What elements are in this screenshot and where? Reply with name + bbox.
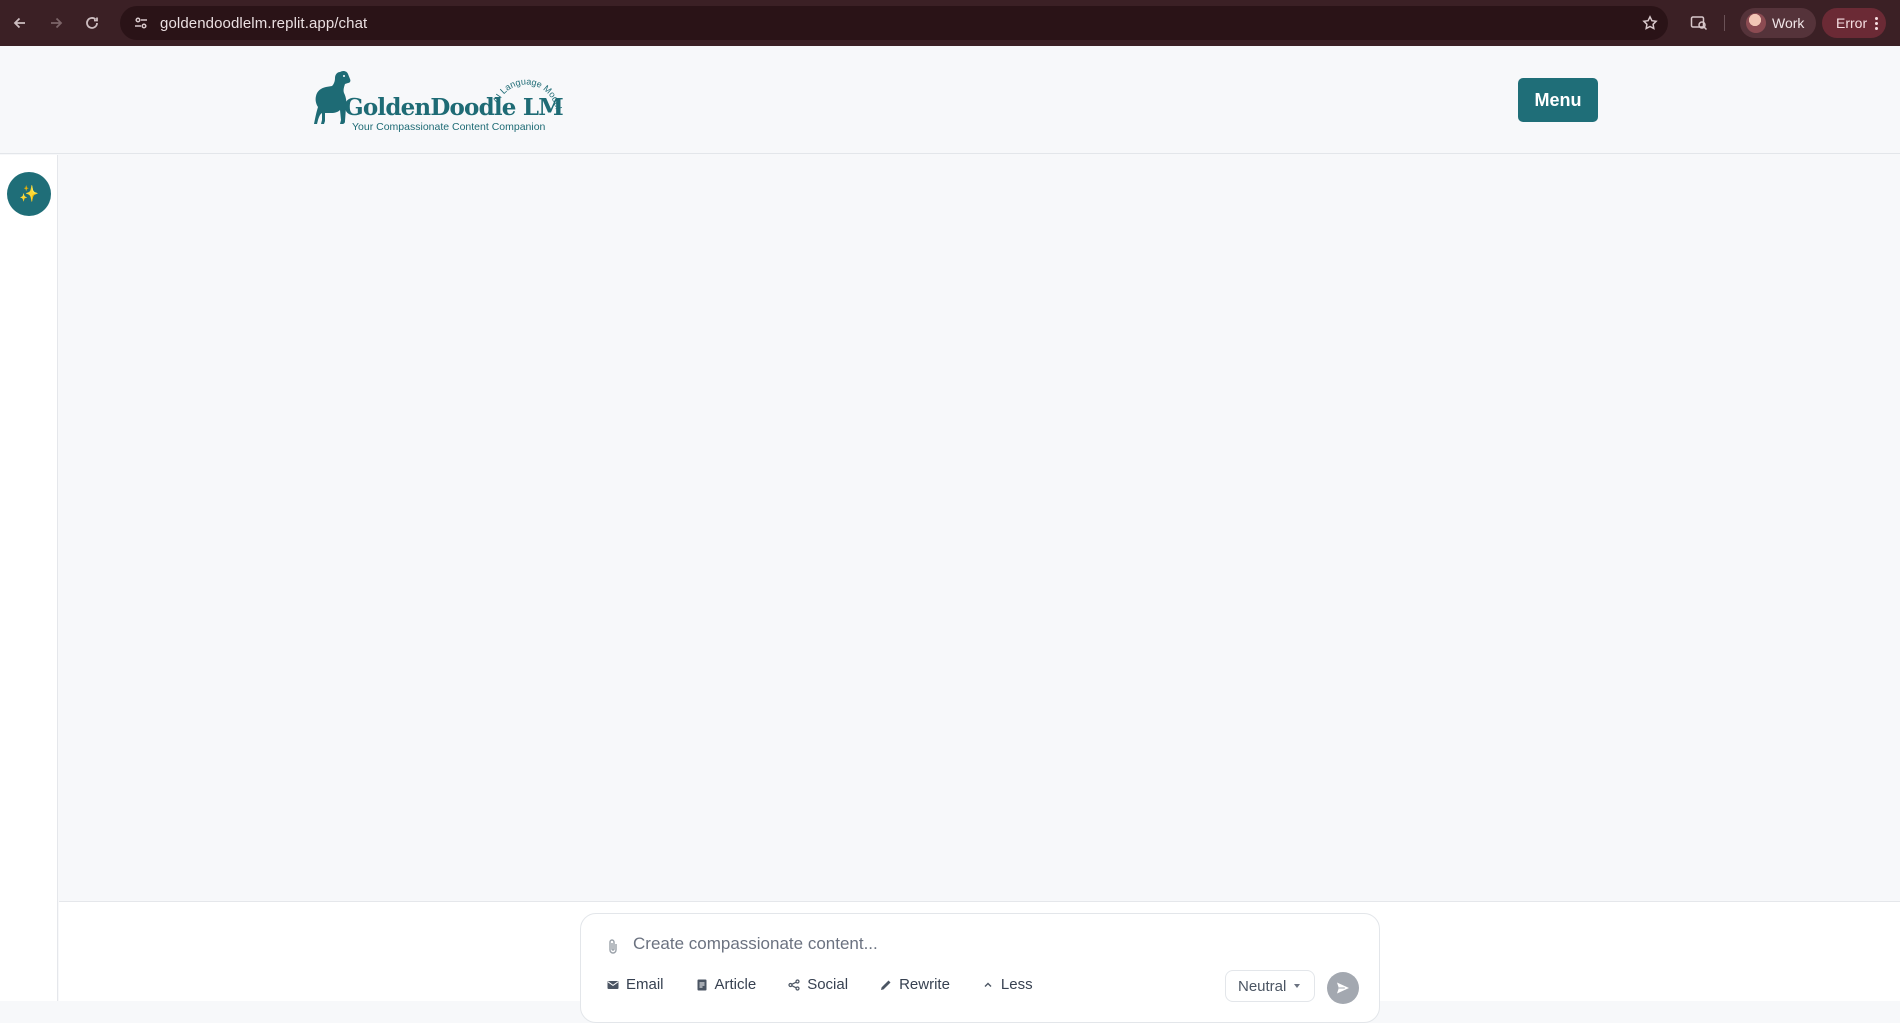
action-label: Email bbox=[626, 976, 664, 993]
email-action-button[interactable]: Email bbox=[607, 976, 664, 993]
app-header: GoldenDoodle LM Your Compassionate Conte… bbox=[0, 46, 1900, 154]
more-vert-icon bbox=[1875, 16, 1879, 30]
chevron-up-icon bbox=[984, 982, 992, 987]
social-action-button[interactable]: Social bbox=[788, 976, 848, 993]
quick-actions: Email Article Social Rewrite Less bbox=[607, 976, 1033, 993]
address-bar[interactable]: goldendoodlelm.replit.app/chat bbox=[120, 6, 1668, 40]
sparkle-icon[interactable]: ✨ bbox=[7, 172, 51, 216]
back-arrow-icon[interactable] bbox=[2, 5, 38, 41]
action-label: Article bbox=[714, 976, 757, 993]
pencil-icon bbox=[881, 980, 891, 990]
share-icon bbox=[788, 978, 800, 991]
goldendoodle-logo[interactable]: GoldenDoodle LM Your Compassionate Conte… bbox=[304, 68, 564, 154]
avatar bbox=[1746, 13, 1766, 33]
error-label: Error bbox=[1836, 15, 1868, 31]
less-toggle-button[interactable]: Less bbox=[982, 976, 1033, 993]
profile-button[interactable]: Work bbox=[1740, 8, 1817, 38]
action-label: Social bbox=[807, 976, 849, 993]
site-info-icon[interactable] bbox=[126, 15, 156, 31]
rewrite-action-button[interactable]: Rewrite bbox=[880, 976, 950, 993]
profile-label: Work bbox=[1772, 15, 1805, 31]
prompt-input[interactable] bbox=[633, 930, 1333, 958]
send-button[interactable] bbox=[1327, 972, 1359, 1004]
article-action-button[interactable]: Article bbox=[696, 976, 757, 993]
logo-arc-text: AI Language Model bbox=[491, 76, 564, 110]
message-composer: Email Article Social Rewrite Less Neutra… bbox=[580, 913, 1380, 1023]
left-sidebar: ✨ bbox=[0, 155, 58, 1001]
send-icon bbox=[1337, 982, 1349, 994]
error-button[interactable]: Error bbox=[1822, 8, 1887, 38]
paperclip-icon[interactable] bbox=[607, 938, 619, 954]
bookmark-star-icon[interactable] bbox=[1642, 15, 1658, 31]
tone-value: Neutral bbox=[1238, 977, 1287, 995]
action-label: Less bbox=[1000, 976, 1033, 993]
toolbar-divider bbox=[1724, 15, 1725, 31]
document-icon bbox=[697, 979, 707, 990]
mail-icon bbox=[607, 980, 619, 989]
chat-messages-area bbox=[59, 155, 1900, 901]
svg-text:AI Language Model: AI Language Model bbox=[491, 76, 564, 110]
menu-button[interactable]: Menu bbox=[1518, 78, 1598, 122]
forward-arrow-icon[interactable] bbox=[38, 5, 74, 41]
action-label: Rewrite bbox=[899, 976, 950, 993]
lens-icon[interactable] bbox=[1682, 6, 1716, 40]
url-text[interactable]: goldendoodlelm.replit.app/chat bbox=[160, 15, 367, 32]
reload-icon[interactable] bbox=[74, 5, 110, 41]
tone-select[interactable]: Neutral bbox=[1225, 970, 1316, 1002]
caret-down-icon bbox=[1294, 984, 1301, 988]
